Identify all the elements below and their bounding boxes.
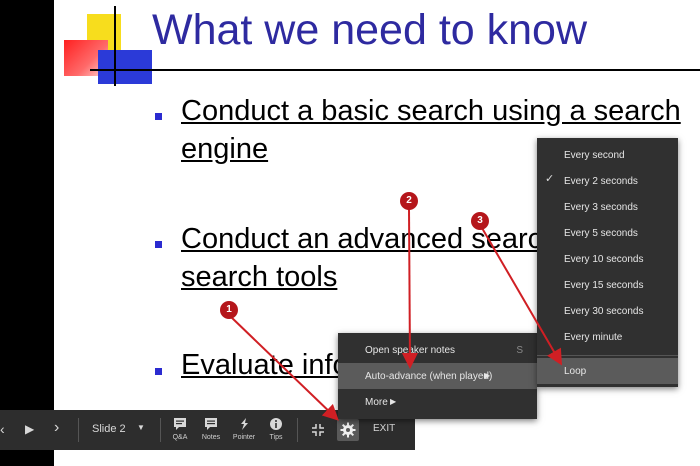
callout-badge-2: 2 — [400, 192, 418, 210]
callout-arrow-2 — [401, 208, 418, 369]
callout-badge-1: 1 — [220, 301, 238, 319]
callout-badge-3: 3 — [471, 212, 489, 230]
callout-arrow-3 — [481, 227, 563, 366]
callout-arrow-1 — [229, 315, 339, 421]
annotation-arrows — [229, 208, 563, 421]
